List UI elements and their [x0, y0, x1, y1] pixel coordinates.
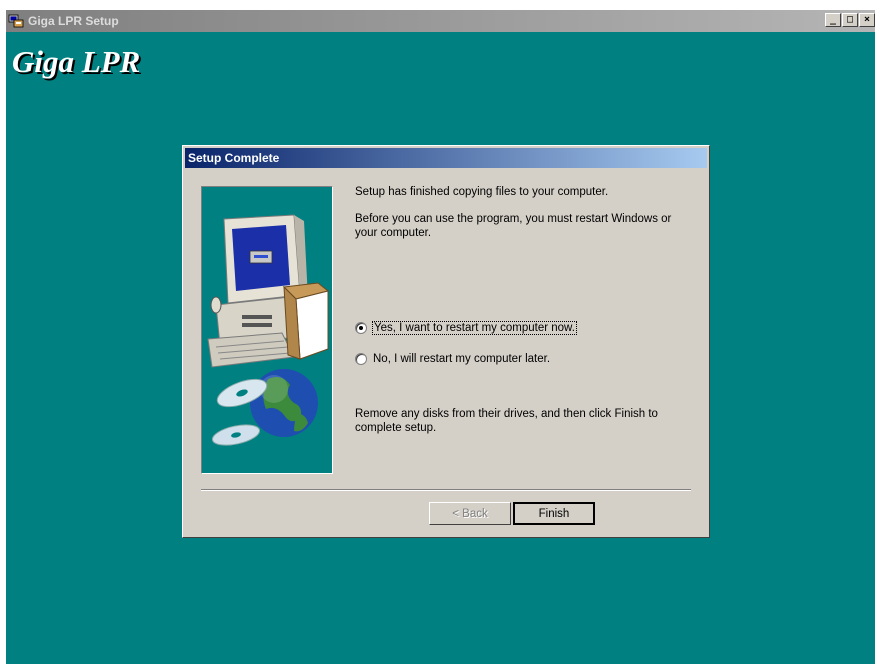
restart-now-label[interactable]: Yes, I want to restart my computer now.	[372, 321, 577, 335]
back-button[interactable]: < Back	[429, 502, 511, 525]
minimize-button[interactable]: _	[825, 13, 841, 27]
finish-button[interactable]: Finish	[513, 502, 595, 525]
setup-window-titlebar[interactable]: Giga LPR Setup _ □ ×	[6, 10, 875, 32]
setup-app-icon	[8, 14, 24, 28]
maximize-button[interactable]: □	[842, 13, 858, 27]
remove-disks-text: Remove any disks from their drives, and …	[355, 408, 658, 434]
close-button[interactable]: ×	[859, 13, 875, 27]
setup-complete-dialog: Setup Complete Setup has finished copyin…	[182, 145, 710, 538]
button-separator	[201, 489, 691, 491]
restart-later-radio[interactable]	[355, 353, 367, 365]
restart-info-text: Before you can use the program, you must…	[355, 213, 672, 239]
restart-now-option[interactable]: Yes, I want to restart my computer now.	[355, 321, 577, 335]
setup-window-title: Giga LPR Setup	[28, 14, 119, 28]
window-controls: _ □ ×	[825, 13, 875, 27]
product-banner: Giga LPR	[12, 44, 141, 79]
restart-later-option[interactable]: No, I will restart my computer later.	[355, 353, 550, 365]
dialog-titlebar[interactable]: Setup Complete	[185, 148, 707, 168]
finished-copying-text: Setup has finished copying files to your…	[355, 186, 609, 198]
restart-now-radio[interactable]	[355, 322, 367, 334]
computer-illustration-icon	[207, 214, 330, 446]
restart-later-label[interactable]: No, I will restart my computer later.	[373, 353, 550, 365]
side-illustration	[201, 186, 333, 474]
